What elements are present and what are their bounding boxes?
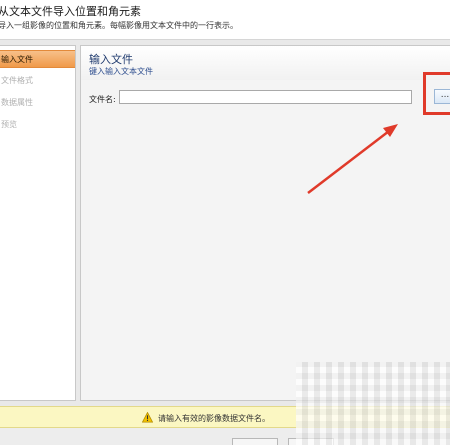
step-sidebar: 输入文件 文件格式 数据属性 预览: [0, 45, 76, 401]
panel-subtitle: 键入输入文本文件: [89, 67, 153, 76]
image-watermark-overlay: [296, 362, 450, 445]
file-name-input[interactable]: [119, 90, 412, 104]
footer-button-1[interactable]: [232, 438, 278, 445]
wizard-title: 从文本文件导入位置和角元素: [0, 5, 141, 18]
step-item-input-file[interactable]: 输入文件: [0, 50, 75, 68]
wizard-header: 从文本文件导入位置和角元素 导入一组影像的位置和角元素。每幅影像用文本文件中的一…: [0, 0, 450, 40]
file-name-label: 文件名:: [89, 95, 116, 104]
wizard-subtitle: 导入一组影像的位置和角元素。每幅影像用文本文件中的一行表示。: [0, 21, 238, 30]
validation-warning-text: 请输入有效的影像数据文件名。: [158, 414, 270, 423]
step-item-data-attributes[interactable]: 数据属性: [0, 94, 75, 112]
panel-header: 输入文件 键入输入文本文件: [81, 46, 450, 80]
step-content-panel: 输入文件 键入输入文本文件 文件名:: [80, 45, 450, 401]
wizard-body: 输入文件 文件格式 数据属性 预览 输入文件 键入输入文本文件 文件名:: [0, 40, 450, 406]
step-item-preview[interactable]: 预览: [0, 116, 75, 134]
annotation-highlight-box: [423, 72, 450, 115]
step-item-file-format[interactable]: 文件格式: [0, 72, 75, 90]
warning-icon: [142, 412, 153, 423]
panel-title: 输入文件: [89, 53, 133, 66]
